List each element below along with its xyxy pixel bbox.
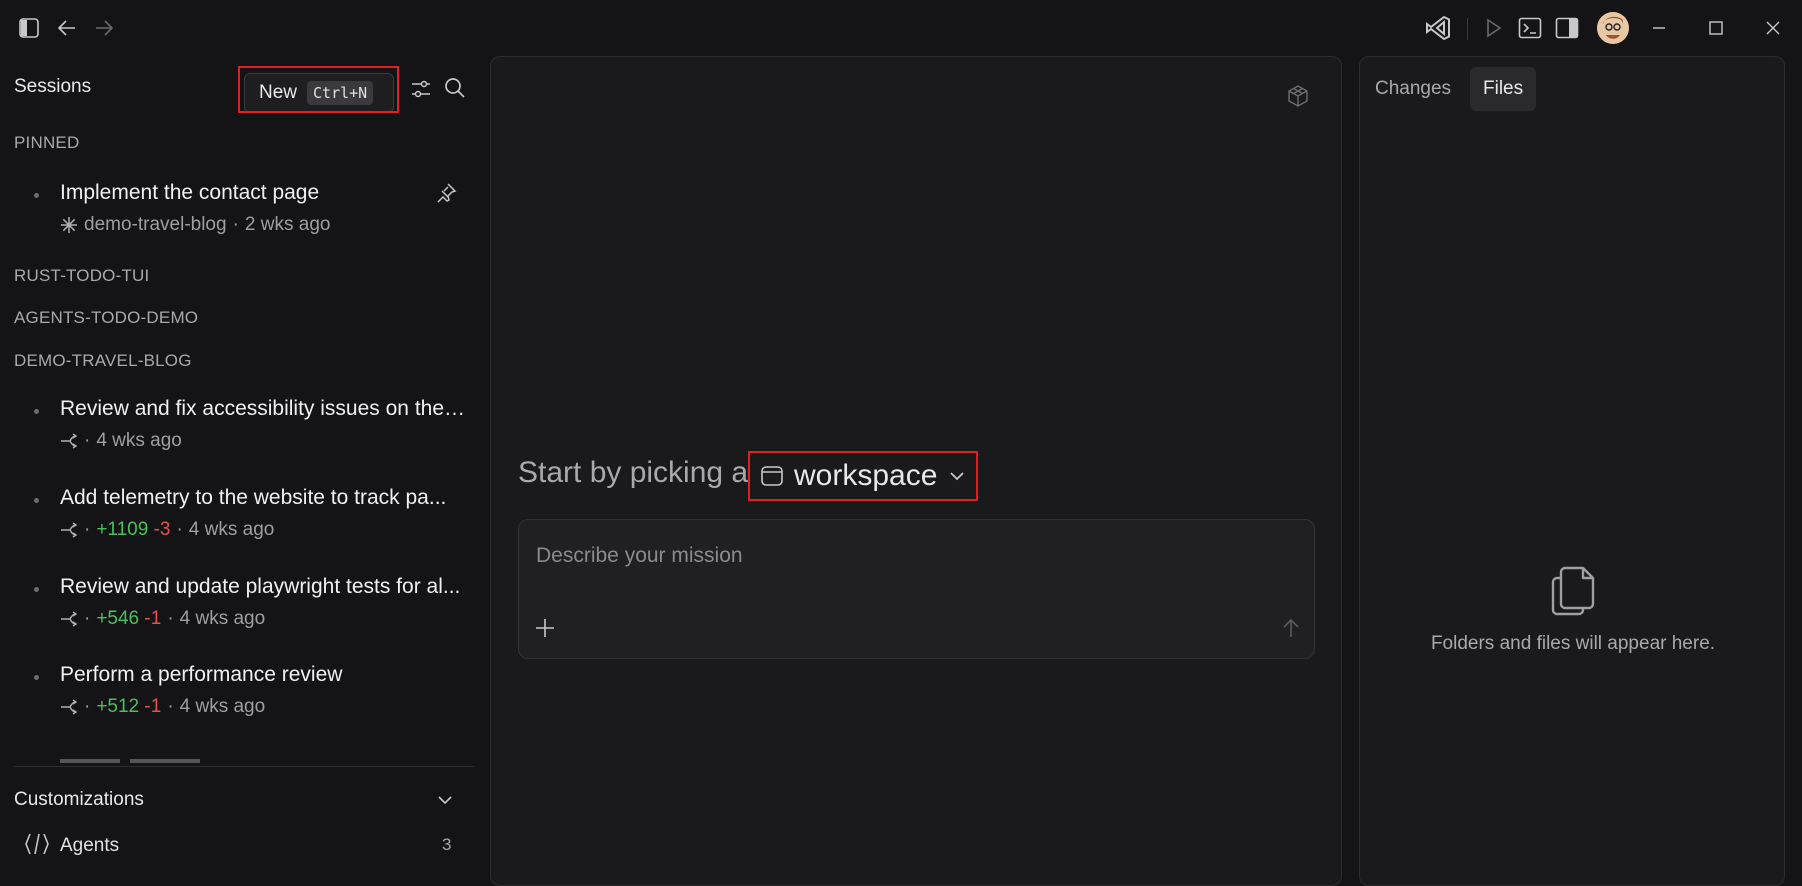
scroll-clipped-item bbox=[60, 753, 260, 763]
session-bullet bbox=[34, 587, 39, 592]
session-time: 4 wks ago bbox=[96, 430, 182, 451]
customization-item-agents[interactable]: Agents 3 bbox=[0, 829, 470, 863]
meta-separator: · bbox=[84, 696, 91, 717]
session-meta: · +512 -1 · 4 wks ago bbox=[60, 696, 265, 718]
meta-separator: · bbox=[84, 430, 91, 451]
customization-label: Agents bbox=[60, 835, 120, 856]
customization-count: 3 bbox=[442, 835, 452, 854]
files-icon bbox=[1548, 563, 1598, 619]
lines-removed: -1 bbox=[144, 696, 162, 717]
session-bullet bbox=[34, 498, 39, 503]
session-item[interactable]: Review and fix accessibility issues on t… bbox=[0, 397, 470, 457]
session-item[interactable]: Perform a performance review · +512 -1 ·… bbox=[0, 663, 470, 723]
cube-icon[interactable] bbox=[1285, 83, 1311, 109]
empty-files-message: Folders and files will appear here. bbox=[1430, 633, 1716, 654]
agent-icon bbox=[24, 832, 50, 856]
session-meta: demo-travel-blog · 2 wks ago bbox=[60, 214, 330, 236]
session-title: Review and update playwright tests for a… bbox=[60, 575, 461, 598]
send-arrow-icon[interactable] bbox=[1279, 616, 1303, 640]
session-time: 4 wks ago bbox=[179, 696, 266, 717]
start-prompt: Start by picking a bbox=[518, 456, 748, 490]
session-title: Perform a performance review bbox=[60, 663, 343, 686]
meta-separator: · bbox=[232, 214, 239, 235]
session-bullet bbox=[34, 193, 39, 198]
forward-arrow-icon[interactable] bbox=[90, 14, 118, 42]
session-meta: · 4 wks ago bbox=[60, 430, 182, 452]
minimize-icon[interactable] bbox=[1645, 14, 1673, 42]
chevron-down-icon[interactable] bbox=[432, 788, 458, 812]
highlight-new-button bbox=[238, 66, 399, 113]
back-arrow-icon[interactable] bbox=[53, 14, 81, 42]
session-item[interactable]: Review and update playwright tests for a… bbox=[0, 575, 470, 635]
pin-icon[interactable] bbox=[433, 180, 459, 206]
branch-icon bbox=[60, 610, 78, 628]
session-meta: · +1109 -3 · 4 wks ago bbox=[60, 519, 274, 541]
changes-files-panel: Changes Files Folders and files will app… bbox=[1359, 56, 1785, 886]
meta-separator: · bbox=[84, 519, 91, 540]
sessions-sidebar: Sessions bbox=[0, 56, 488, 871]
sidebar-divider bbox=[14, 766, 474, 767]
section-demo-travel-blog[interactable]: DEMO-TRAVEL-BLOG bbox=[14, 351, 192, 371]
session-meta: · +546 -1 · 4 wks ago bbox=[60, 608, 265, 630]
tab-files[interactable]: Files bbox=[1470, 67, 1537, 111]
title-bar bbox=[0, 0, 1802, 56]
close-icon[interactable] bbox=[1759, 14, 1787, 42]
branch-icon bbox=[60, 521, 78, 539]
avatar[interactable] bbox=[1597, 12, 1629, 44]
lines-removed: -3 bbox=[153, 519, 171, 540]
session-title: Review and fix accessibility issues on t… bbox=[60, 397, 466, 420]
meta-separator: · bbox=[167, 608, 174, 629]
session-title: Add telemetry to the website to track pa… bbox=[60, 486, 447, 509]
session-repo: demo-travel-blog bbox=[84, 214, 227, 235]
sparkle-icon bbox=[60, 216, 78, 234]
terminal-icon[interactable] bbox=[1516, 14, 1544, 42]
highlight-workspace-picker bbox=[748, 451, 978, 501]
start-prompt-text: Start by picking a bbox=[518, 456, 749, 489]
tab-changes[interactable]: Changes bbox=[1362, 67, 1464, 111]
lines-removed: -1 bbox=[144, 608, 162, 629]
lines-added: +1109 bbox=[96, 519, 149, 540]
toggle-panel-icon[interactable] bbox=[1553, 14, 1581, 42]
lines-added: +546 bbox=[96, 608, 140, 629]
mission-placeholder: Describe your mission bbox=[536, 544, 743, 567]
branch-icon bbox=[60, 698, 78, 716]
session-time: 2 wks ago bbox=[244, 214, 331, 235]
meta-separator: · bbox=[167, 696, 174, 717]
section-rust-todo-tui[interactable]: RUST-TODO-TUI bbox=[14, 266, 149, 286]
add-icon[interactable] bbox=[533, 616, 557, 640]
branch-icon bbox=[60, 432, 78, 450]
meta-separator: · bbox=[84, 608, 91, 629]
section-pinned: PINNED bbox=[14, 133, 80, 152]
session-time: 4 wks ago bbox=[179, 608, 266, 629]
section-agents-todo-demo[interactable]: AGENTS-TODO-DEMO bbox=[14, 308, 198, 328]
vscode-icon[interactable] bbox=[1424, 14, 1452, 42]
session-time: 4 wks ago bbox=[188, 519, 275, 540]
session-bullet bbox=[34, 409, 39, 414]
meta-separator: · bbox=[176, 519, 183, 540]
lines-added: +512 bbox=[96, 696, 140, 717]
sessions-title: Sessions bbox=[14, 76, 92, 97]
session-title: Implement the contact page bbox=[60, 181, 320, 204]
maximize-icon[interactable] bbox=[1702, 14, 1730, 42]
run-icon[interactable] bbox=[1479, 14, 1507, 42]
titlebar-divider bbox=[1467, 18, 1468, 40]
customizations-title[interactable]: Customizations bbox=[14, 789, 144, 811]
toggle-sidebar-icon[interactable] bbox=[15, 14, 43, 42]
pinned-session-item[interactable]: Implement the contact page demo-travel-b… bbox=[0, 181, 470, 241]
session-item[interactable]: Add telemetry to the website to track pa… bbox=[0, 486, 470, 546]
mission-input[interactable]: Describe your mission bbox=[518, 519, 1315, 659]
session-bullet bbox=[34, 675, 39, 680]
search-icon[interactable] bbox=[442, 75, 468, 101]
filter-icon[interactable] bbox=[408, 76, 434, 102]
